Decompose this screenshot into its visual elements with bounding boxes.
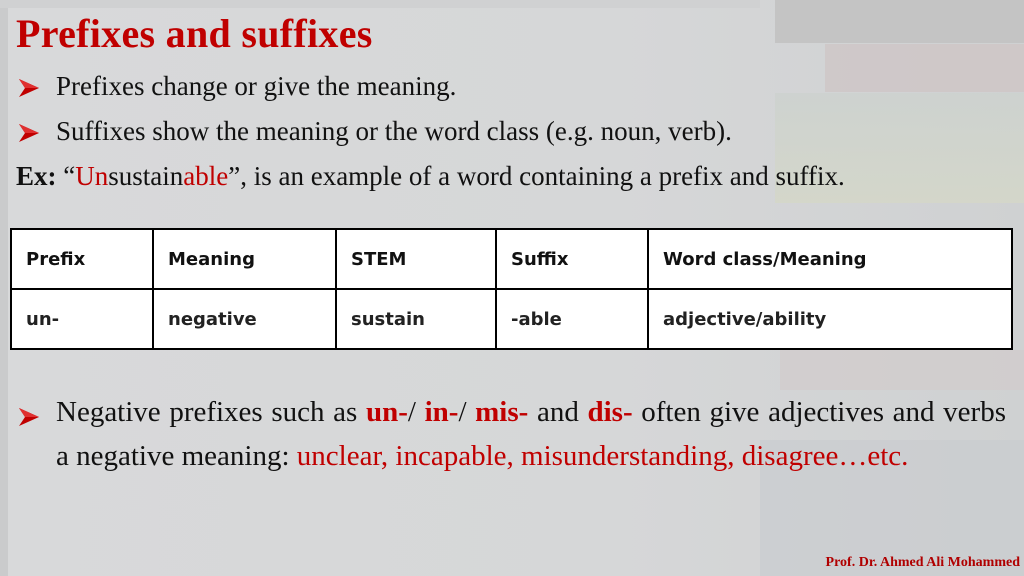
header-prefix: Prefix — [10, 228, 154, 290]
example-prefix: Un — [75, 161, 109, 191]
separator: / — [458, 396, 476, 428]
example-label: Ex: — [16, 161, 57, 191]
example-suffix: able — [183, 161, 229, 191]
header-suffix: Suffix — [495, 228, 649, 290]
cell-suffix: -able — [495, 288, 649, 350]
bullet-suffixes: Suffixes show the meaning or the word cl… — [18, 115, 732, 150]
arrow-bullet-icon — [18, 118, 56, 150]
example-rest: ”, is an example of a word containing a … — [228, 161, 845, 191]
author-credit: Prof. Dr. Ahmed Ali Mohammed — [825, 555, 1020, 570]
cell-prefix: un- — [10, 288, 154, 350]
example-line: Ex: “Unsustainable”, is an example of a … — [16, 160, 845, 192]
prefix-dis: dis- — [587, 396, 633, 428]
note-intro: Negative prefixes such as — [56, 396, 366, 428]
bullet-text: Suffixes show the meaning or the word cl… — [56, 116, 732, 146]
background-panel — [775, 0, 1024, 43]
background-panel — [780, 350, 1024, 390]
note-examples: unclear, incapable, misunderstanding, di… — [296, 440, 909, 472]
prefix-un: un- — [365, 396, 408, 428]
note-and: and — [528, 396, 588, 428]
note-paragraph: Negative prefixes such as un-/ in-/ mis-… — [56, 390, 1006, 478]
separator: / — [407, 396, 425, 428]
open-quote: “ — [63, 161, 76, 191]
header-word-class: Word class/Meaning — [647, 228, 1013, 290]
background-top-strip — [0, 0, 760, 8]
prefix-in: in- — [424, 396, 459, 428]
header-meaning: Meaning — [152, 228, 337, 290]
prefix-mis: mis- — [475, 396, 529, 428]
bullet-prefixes: Prefixes change or give the meaning. — [18, 70, 456, 105]
background-panel — [825, 44, 1024, 92]
example-stem: sustain — [108, 161, 184, 191]
cell-meaning: negative — [152, 288, 337, 350]
cell-stem: sustain — [335, 288, 497, 350]
table-header-row: Prefix Meaning STEM Suffix Word class/Me… — [10, 228, 1013, 290]
bullet-text: Prefixes change or give the meaning. — [56, 71, 457, 101]
slide-title: Prefixes and suffixes — [16, 11, 373, 56]
morphology-table: Prefix Meaning STEM Suffix Word class/Me… — [10, 228, 1013, 350]
cell-word-class: adjective/ability — [647, 288, 1013, 350]
header-stem: STEM — [335, 228, 497, 290]
arrow-bullet-icon — [18, 396, 40, 440]
table-row: un- negative sustain -able adjective/abi… — [10, 288, 1013, 350]
negative-prefixes-note: Negative prefixes such as un-/ in-/ mis-… — [18, 390, 1006, 478]
arrow-bullet-icon — [18, 73, 56, 105]
background-left-bar — [0, 0, 8, 576]
